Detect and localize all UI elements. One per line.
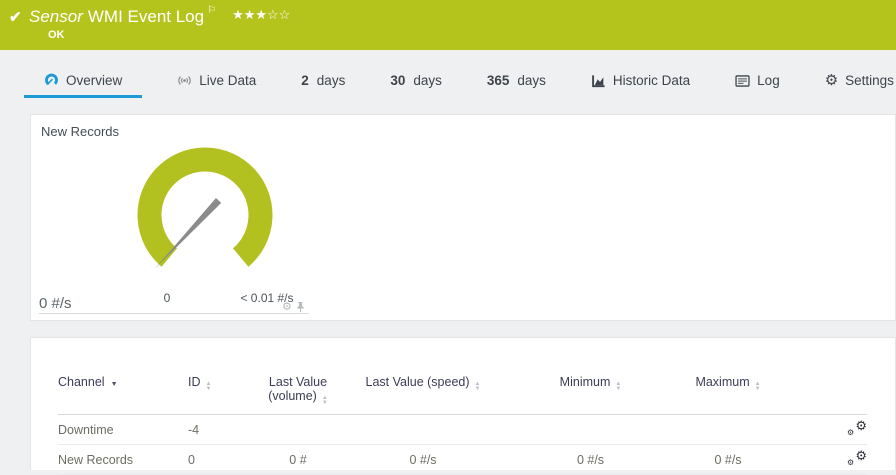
- cell-actions: ⚙ ⚙: [773, 445, 867, 475]
- gauge-min-label: 0: [163, 291, 171, 305]
- column-header-lvv-line2: (volume): [268, 389, 317, 403]
- column-header-maximum-label: Maximum: [695, 375, 750, 389]
- new-records-gauge: [137, 147, 273, 269]
- channel-settings-gears-icon[interactable]: ⚙ ⚙: [847, 447, 867, 467]
- gear-big-icon: ⚙: [855, 417, 867, 433]
- gauge-actions: ⚙: [282, 301, 305, 313]
- tab-log[interactable]: Log: [725, 50, 790, 98]
- cell-maximum: [683, 415, 773, 445]
- gauge-max-label: < 0.01 #/s: [240, 291, 294, 305]
- column-header-actions: [773, 338, 867, 415]
- tab-365-days-label: days: [517, 73, 546, 88]
- sort-desc-icon: ▼: [110, 381, 118, 388]
- tab-overview-label: Overview: [66, 73, 123, 88]
- cell-last-value-speed: 0 #/s: [409, 452, 437, 467]
- column-header-last-value-volume[interactable]: Last Value (volume) ▲ ▼: [248, 338, 348, 415]
- table-row-downtime: Downtime -4 ⚙ ⚙: [58, 415, 867, 445]
- overview-gauge-panel: New Records 0 < 0.01 #/s 0 #/s ⚙: [30, 114, 896, 321]
- cell-id: -4: [188, 422, 200, 437]
- gear-small-icon: ⚙: [847, 457, 855, 467]
- column-header-id-label: ID: [188, 375, 201, 389]
- page-title: Sensor WMI Event Log ⚐ ★★★☆☆: [29, 5, 290, 27]
- tab-2-days-label: days: [316, 73, 346, 88]
- tab-live-data-label: Live Data: [199, 73, 257, 88]
- gauge-current-value: 0 #/s: [39, 295, 72, 312]
- gauge-settings-gear-icon[interactable]: ⚙: [282, 301, 292, 313]
- sensor-header: ✔ Sensor WMI Event Log ⚐ ★★★☆☆ OK: [0, 0, 896, 50]
- tab-settings[interactable]: ⚙ Settings: [815, 50, 896, 98]
- channel-table: Channel ▼ ID ▲ ▼ Last Value (volume) ▲ ▼ Last…: [58, 338, 867, 475]
- tab-log-label: Log: [757, 73, 780, 88]
- sort-icon: ▲ ▼: [754, 381, 761, 392]
- cell-last-value-speed: [348, 415, 498, 445]
- column-header-channel-label: Channel: [58, 375, 105, 389]
- tab-365-days[interactable]: 365 days: [477, 50, 556, 98]
- column-header-maximum[interactable]: Maximum ▲ ▼: [683, 338, 773, 415]
- status-badge: OK: [48, 29, 65, 41]
- tab-live-data[interactable]: Live Data: [167, 50, 266, 98]
- channel-table-panel: Channel ▼ ID ▲ ▼ Last Value (volume) ▲ ▼ Last…: [30, 337, 896, 475]
- tab-2-days[interactable]: 2 days: [291, 50, 355, 98]
- tab-bar: Overview Live Data 2 days 30 days 365 da…: [0, 50, 896, 98]
- cell-last-value-volume: 0 #: [289, 452, 307, 467]
- cell-actions: ⚙ ⚙: [773, 415, 867, 445]
- cell-channel: New Records: [58, 452, 134, 467]
- priority-flag-icon[interactable]: ⚐: [207, 5, 216, 16]
- gear-icon: ⚙: [824, 72, 839, 89]
- sort-icon: ▲ ▼: [615, 381, 622, 392]
- pin-icon[interactable]: [296, 301, 305, 313]
- table-row-new-records: New Records 0 0 # 0 #/s 0 #/s 0 #/s ⚙ ⚙: [58, 445, 867, 475]
- gear-big-icon: ⚙: [855, 447, 867, 463]
- star-rating[interactable]: ★★★☆☆: [232, 7, 290, 22]
- cell-minimum: 0 #/s: [576, 452, 605, 467]
- cell-channel: Downtime: [58, 422, 114, 437]
- tab-overview[interactable]: Overview: [24, 50, 143, 98]
- sort-icon: ▲ ▼: [205, 381, 212, 392]
- tab-2-days-number: 2: [301, 73, 309, 88]
- column-header-last-value-speed[interactable]: Last Value (speed) ▲ ▼: [348, 338, 498, 415]
- sensor-kicker: Sensor: [29, 7, 83, 26]
- sensor-name: WMI Event Log: [87, 7, 205, 26]
- cell-minimum: [498, 415, 683, 445]
- tab-historic-data-label: Historic Data: [612, 73, 691, 88]
- cell-id: 0: [188, 452, 195, 467]
- channel-settings-gears-icon[interactable]: ⚙ ⚙: [847, 417, 867, 437]
- column-header-minimum-label: Minimum: [559, 375, 611, 389]
- gear-small-icon: ⚙: [847, 427, 855, 437]
- status-ok-check-icon: ✔: [9, 9, 22, 26]
- column-header-minimum[interactable]: Minimum ▲ ▼: [498, 338, 683, 415]
- gauge-channel-label: New Records: [41, 124, 120, 139]
- stars-filled[interactable]: ★★★: [232, 7, 267, 22]
- stars-empty[interactable]: ☆☆: [267, 7, 290, 22]
- cell-maximum: 0 #/s: [714, 452, 742, 467]
- column-header-id[interactable]: ID ▲ ▼: [188, 338, 248, 415]
- sort-icon: ▲ ▼: [474, 381, 481, 392]
- tab-historic-data[interactable]: Historic Data: [581, 50, 700, 98]
- sort-icon: ▲ ▼: [321, 395, 328, 406]
- area-chart-icon: [592, 74, 605, 87]
- gauge-icon: [45, 73, 58, 86]
- tab-settings-label: Settings: [845, 73, 894, 88]
- column-header-channel[interactable]: Channel ▼: [58, 338, 188, 415]
- column-header-lvv-line1: Last Value: [268, 375, 328, 389]
- tab-30-days-number: 30: [390, 73, 406, 88]
- gauge-block-divider: [39, 313, 309, 314]
- tab-365-days-number: 365: [486, 73, 510, 88]
- tab-30-days[interactable]: 30 days: [380, 50, 452, 98]
- live-broadcast-icon: [178, 76, 191, 85]
- channel-table-header-row: Channel ▼ ID ▲ ▼ Last Value (volume) ▲ ▼ Last…: [58, 338, 867, 415]
- cell-last-value-volume: [248, 415, 348, 445]
- tab-30-days-label: days: [413, 73, 442, 88]
- column-header-lvs-label: Last Value (speed): [365, 375, 470, 389]
- log-list-icon: [735, 74, 750, 87]
